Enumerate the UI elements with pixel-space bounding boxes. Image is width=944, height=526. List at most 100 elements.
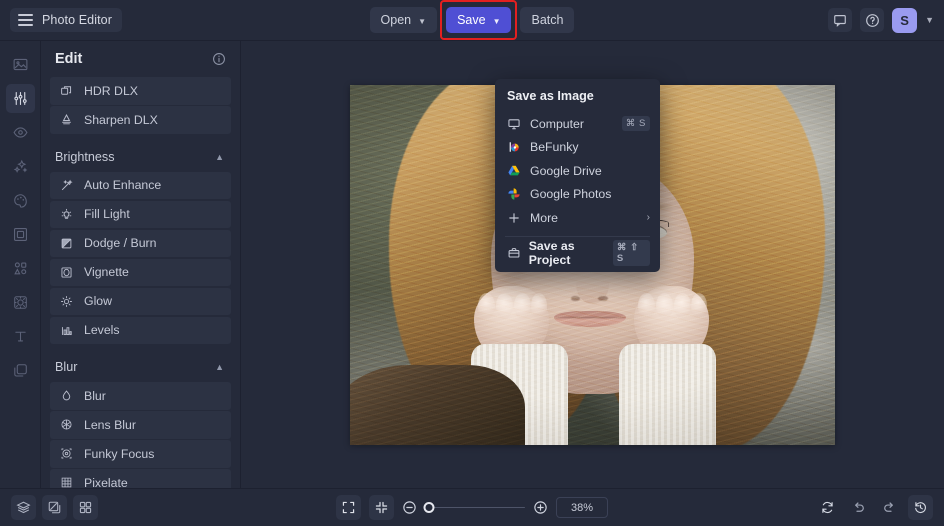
zoom-out-button[interactable] xyxy=(402,500,417,515)
compare-button[interactable] xyxy=(42,495,67,520)
bottom-right-tools xyxy=(815,495,933,520)
save-menu-item-google-drive[interactable]: Google Drive xyxy=(495,159,660,183)
rail-item-touchup[interactable] xyxy=(6,118,35,147)
rail-item-edit[interactable] xyxy=(5,84,35,113)
zoom-level-value: 38% xyxy=(570,501,594,514)
rail-item-image[interactable] xyxy=(6,50,35,79)
tool-label: Sharpen DLX xyxy=(84,112,158,127)
tool-pixelate[interactable]: Pixelate xyxy=(50,469,231,488)
tool-blur[interactable]: Blur xyxy=(50,382,231,410)
levels-icon xyxy=(59,323,74,338)
account-chevron-down-icon[interactable]: ▼ xyxy=(925,15,934,25)
menu-item-shortcut-wrap: ⌘ ⇧ S xyxy=(612,240,650,267)
tool-label: Lens Blur xyxy=(84,417,136,432)
tool-funky-focus[interactable]: Funky Focus xyxy=(50,440,231,468)
image-icon xyxy=(13,58,27,71)
question-circle-icon xyxy=(865,13,879,27)
undo-button[interactable] xyxy=(846,495,871,520)
history-button[interactable] xyxy=(908,495,933,520)
save-menu-item-more[interactable]: More › xyxy=(495,206,660,230)
menu-item-label: BeFunky xyxy=(530,140,579,155)
zoom-slider-track xyxy=(425,506,525,509)
save-menu-title: Save as Image xyxy=(507,89,594,103)
group-header-blur[interactable]: Blur ▲ xyxy=(50,352,231,382)
rail-item-artsy[interactable] xyxy=(6,186,35,215)
dodge-burn-icon xyxy=(59,236,74,251)
save-menu-item-computer[interactable]: Computer ⌘ S xyxy=(495,112,660,136)
vignette-icon xyxy=(59,265,74,280)
panel-info-button[interactable] xyxy=(212,52,226,66)
menu-item-label: More xyxy=(530,210,559,225)
save-menu-item-google-photos[interactable]: Google Photos xyxy=(495,183,660,207)
open-button[interactable]: Open ▼ xyxy=(369,7,438,33)
tool-label: Auto Enhance xyxy=(84,178,162,193)
grid-button[interactable] xyxy=(73,495,98,520)
open-button-label: Open xyxy=(380,13,412,27)
redo-icon xyxy=(884,502,893,512)
zoom-slider-handle[interactable] xyxy=(423,502,435,513)
info-icon xyxy=(213,53,225,65)
tool-lens-blur[interactable]: Lens Blur xyxy=(50,411,231,439)
rail-item-overlays[interactable] xyxy=(6,288,35,317)
chat-icon xyxy=(834,15,846,27)
layers-button[interactable] xyxy=(11,495,36,520)
save-dropdown-menu: Save as Image Computer ⌘ S BeFunky Googl… xyxy=(495,79,660,272)
help-button[interactable] xyxy=(860,8,885,32)
tool-levels[interactable]: Levels xyxy=(50,316,231,344)
rail-item-text[interactable] xyxy=(6,322,35,351)
zoom-in-button[interactable] xyxy=(533,500,548,515)
befunky-icon xyxy=(507,140,524,154)
tool-dodge-burn[interactable]: Dodge / Burn xyxy=(50,229,231,257)
bottom-left-tools xyxy=(11,495,98,520)
save-button[interactable]: Save ▼ xyxy=(446,7,512,33)
menu-item-label: Save as Project xyxy=(528,239,575,268)
photo-editor-app: Photo Editor Open ▼ Save ▼ Batch S ▼ Edi… xyxy=(0,0,944,526)
zoom-slider[interactable] xyxy=(423,501,525,515)
briefcase-icon xyxy=(507,246,523,260)
avatar[interactable]: S xyxy=(892,7,918,33)
grid-icon xyxy=(79,501,92,514)
save-menu-item-befunky[interactable]: BeFunky xyxy=(495,136,660,160)
tool-glow[interactable]: Glow xyxy=(50,287,231,315)
menu-item-label: Google Drive xyxy=(530,163,602,178)
tool-auto-enhance[interactable]: Auto Enhance xyxy=(50,171,231,199)
app-menu-button[interactable]: Photo Editor xyxy=(10,8,122,32)
tool-vignette[interactable]: Vignette xyxy=(50,258,231,286)
redo-button[interactable] xyxy=(877,495,902,520)
pixelate-icon xyxy=(59,475,74,488)
save-menu-item-save-as-project[interactable]: Save as Project ⌘ ⇧ S xyxy=(495,239,660,268)
tool-label: Funky Focus xyxy=(84,446,155,461)
google-drive-icon xyxy=(507,164,524,178)
tool-label: Dodge / Burn xyxy=(84,236,157,251)
frame-icon xyxy=(13,227,27,242)
group-name: Blur xyxy=(55,360,78,374)
zoom-level-field[interactable]: 38% xyxy=(556,497,608,518)
rail-item-frames[interactable] xyxy=(6,220,35,249)
reset-button[interactable] xyxy=(815,495,840,520)
bottom-bar: 38% xyxy=(0,488,944,526)
tool-hdr-dlx[interactable]: HDR DLX xyxy=(50,77,231,105)
rail-item-graphics[interactable] xyxy=(6,254,35,283)
feedback-button[interactable] xyxy=(828,8,853,32)
menu-item-label: Computer xyxy=(530,116,584,131)
rail-item-effects[interactable] xyxy=(6,152,35,181)
tool-fill-light[interactable]: Fill Light xyxy=(50,200,231,228)
rail-item-layers[interactable] xyxy=(6,356,35,385)
reset-icon xyxy=(822,501,833,514)
fit-screen-icon xyxy=(342,501,355,514)
fit-to-screen-button[interactable] xyxy=(336,495,361,520)
panel-title: Edit xyxy=(55,51,83,67)
text-icon xyxy=(14,331,26,342)
tool-sharpen-dlx[interactable]: Sharpen DLX xyxy=(50,106,231,134)
group-header-brightness[interactable]: Brightness ▲ xyxy=(50,142,231,172)
menu-item-shortcut-wrap: ⌘ S xyxy=(621,116,650,132)
plus-icon xyxy=(507,211,524,225)
actual-size-button[interactable] xyxy=(369,495,394,520)
chevron-down-icon: ▼ xyxy=(418,16,427,26)
shapes-icon xyxy=(13,262,26,275)
batch-button[interactable]: Batch xyxy=(520,7,575,33)
batch-button-label: Batch xyxy=(531,13,564,27)
group-name: Brightness xyxy=(55,149,115,164)
menu-divider xyxy=(505,235,650,237)
undo-icon xyxy=(855,502,864,512)
